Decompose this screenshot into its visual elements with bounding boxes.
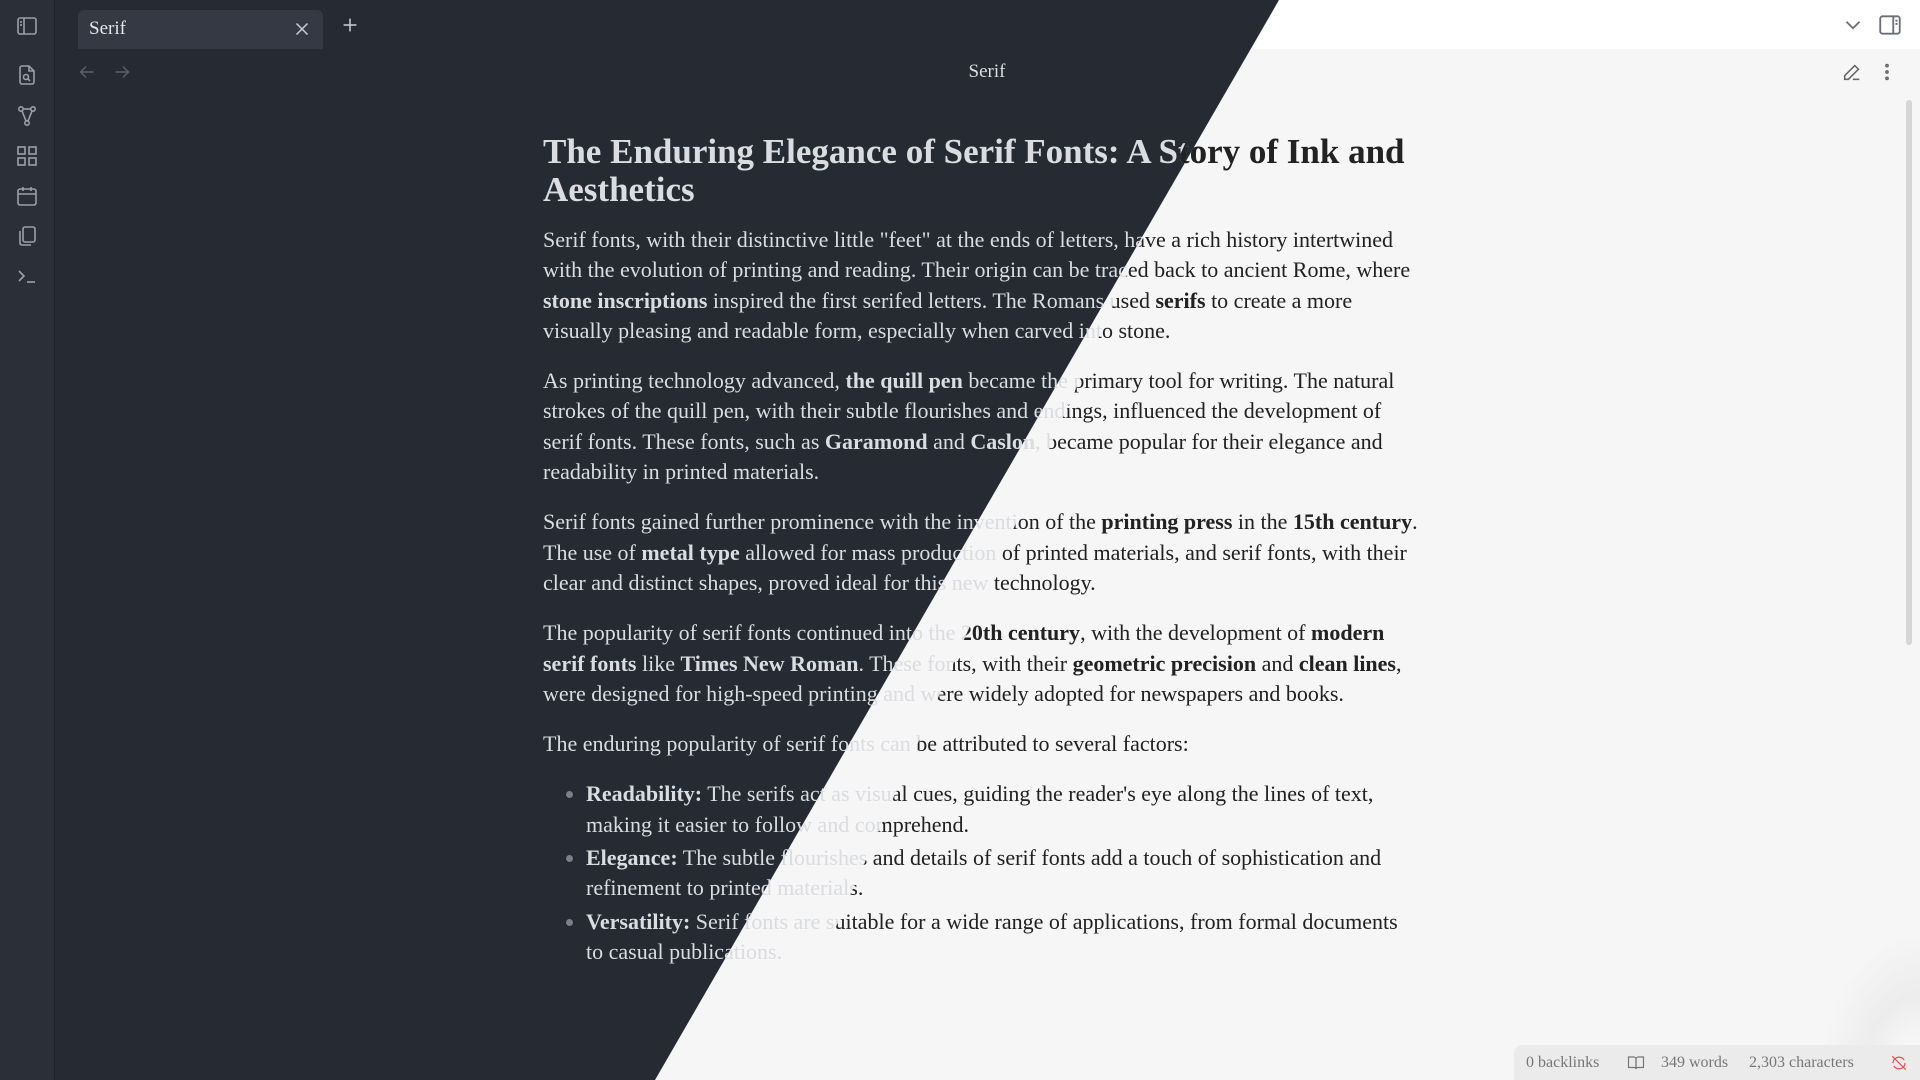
graph-view-icon[interactable]: [15, 104, 39, 128]
sidebar-right-icon[interactable]: [1877, 12, 1903, 38]
sync-off-icon[interactable]: [1890, 1054, 1908, 1072]
command-palette-icon[interactable]: [15, 264, 39, 288]
word-count: 349 words: [1661, 1054, 1729, 1071]
sidebar-toggle-icon[interactable]: [15, 14, 39, 38]
daily-notes-icon[interactable]: [15, 184, 39, 208]
more-vertical-icon[interactable]: [1876, 61, 1898, 83]
chevron-down-icon[interactable]: [1840, 12, 1866, 38]
backlinks-count[interactable]: 0 backlinks: [1526, 1054, 1599, 1072]
scrollbar[interactable]: [1906, 100, 1912, 645]
left-ribbon: [0, 0, 55, 1080]
plus-icon[interactable]: [339, 14, 361, 36]
templates-icon[interactable]: [15, 224, 39, 248]
tab-title: Serif: [89, 18, 126, 39]
view-title[interactable]: Serif: [54, 61, 1920, 83]
tab-serif[interactable]: Serif: [78, 10, 323, 49]
view-header: Serif: [54, 49, 1920, 95]
tab-bar: Serif: [54, 0, 1920, 49]
pencil-icon[interactable]: [1841, 61, 1863, 83]
status-bar: 0 backlinks 349 words 2,303 characters: [1514, 1045, 1920, 1080]
close-icon[interactable]: [291, 18, 313, 40]
quick-switcher-icon[interactable]: [15, 63, 39, 87]
character-count: 2,303 characters: [1749, 1054, 1854, 1071]
book-open-icon[interactable]: [1627, 1054, 1645, 1072]
canvas-icon[interactable]: [15, 144, 39, 168]
